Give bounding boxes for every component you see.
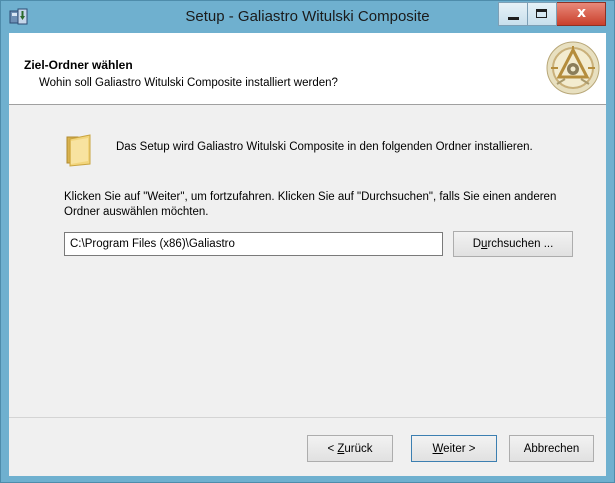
- info-text: Das Setup wird Galiastro Witulski Compos…: [116, 141, 533, 153]
- close-icon: x: [576, 5, 587, 21]
- browse-button[interactable]: Durchsuchen ...: [453, 231, 573, 257]
- browse-label-post: rchsuchen ...: [487, 238, 554, 250]
- next-label-post: eiter >: [443, 442, 476, 455]
- folder-icon: [66, 134, 91, 167]
- next-button[interactable]: Weiter >: [411, 435, 497, 462]
- back-label-post: urück: [344, 442, 373, 455]
- maximize-icon: [536, 9, 547, 18]
- title-bar[interactable]: Setup - Galiastro Witulski Composite x: [1, 1, 614, 33]
- setup-window: Setup - Galiastro Witulski Composite x Z…: [0, 0, 615, 483]
- page-subtitle: Wohin soll Galiastro Witulski Composite …: [39, 77, 338, 89]
- instruction-text: Klicken Sie auf "Weiter", um fortzufahre…: [64, 191, 557, 218]
- minimize-button[interactable]: [498, 2, 528, 26]
- cancel-button[interactable]: Abbrechen: [509, 435, 594, 462]
- galiastro-logo: [546, 41, 600, 95]
- back-label-pre: <: [327, 442, 338, 455]
- page-title: Ziel-Ordner wählen: [24, 58, 133, 72]
- minimize-icon: [508, 17, 519, 20]
- wizard-header: Ziel-Ordner wählen Wohin soll Galiastro …: [9, 33, 606, 105]
- wizard-page: Ziel-Ordner wählen Wohin soll Galiastro …: [9, 33, 606, 476]
- close-button[interactable]: x: [557, 2, 606, 26]
- next-label-accel: W: [432, 442, 444, 455]
- back-button[interactable]: < Zurück: [307, 435, 393, 462]
- footer-divider: [9, 417, 606, 418]
- install-path-input[interactable]: [64, 232, 443, 256]
- browse-label-pre: D: [472, 238, 482, 250]
- maximize-button[interactable]: [528, 2, 557, 26]
